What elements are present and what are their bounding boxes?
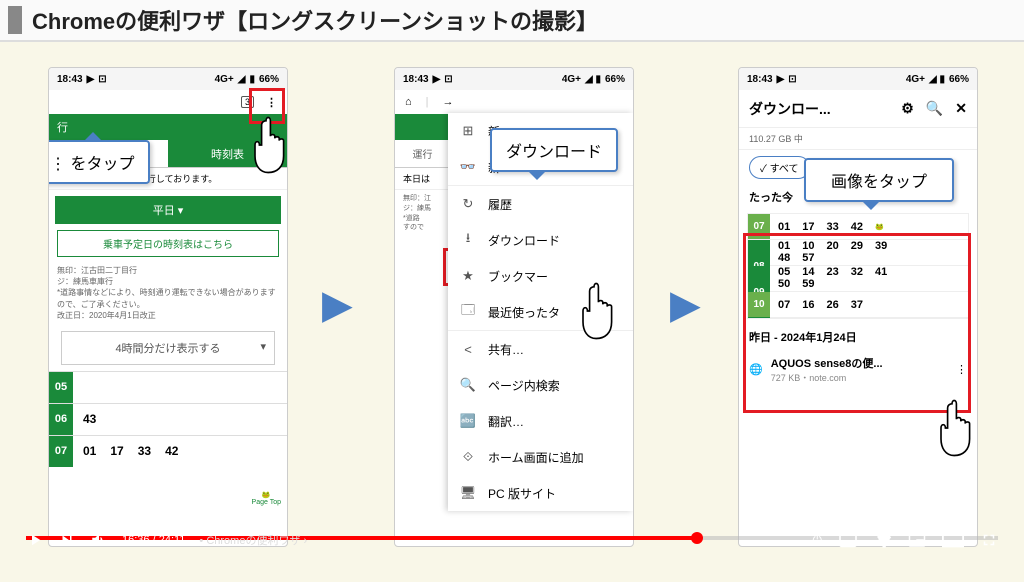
play-button[interactable] xyxy=(26,531,44,549)
phone-screenshot-1: 18:43 ▶ ⊡ 4G+ ◢ ▮ 66% 3 ⋮ 行 運行 時刻表 本日は平日… xyxy=(48,67,288,547)
chapter-title[interactable]: • Chromeの便利ワザ › xyxy=(199,532,307,548)
next-button[interactable] xyxy=(58,531,76,549)
battery-icon: ▮ xyxy=(249,74,255,85)
menu-download[interactable]: ⭳ダウンロード xyxy=(448,222,633,258)
menu-desktop[interactable]: 🖥PC 版サイト xyxy=(448,475,633,511)
home-row: ⌂ | → xyxy=(395,90,633,114)
callout-tap-menu: ⋮ をタップ xyxy=(48,140,150,184)
hand-pointer-1 xyxy=(244,110,288,180)
page-title: Chromeの便利ワザ【ロングスクリーンショットの撮影】 xyxy=(32,4,598,36)
download-icon: ⭳ xyxy=(460,229,476,251)
schedule-link[interactable]: 乗車予定日の時刻表はこちら xyxy=(57,230,279,257)
close-icon[interactable]: ✕ xyxy=(955,100,967,117)
menu-add-home[interactable]: ⟐ホーム画面に追加 xyxy=(448,439,633,475)
highlight-image xyxy=(743,233,971,413)
weekday-button[interactable]: 平日 ▾ xyxy=(55,196,281,224)
video-time: 16:36 / 24:11 xyxy=(122,534,185,546)
settings-button[interactable] xyxy=(874,531,892,549)
history-icon: ↻ xyxy=(460,196,476,212)
recent-icon: 🗔 xyxy=(460,301,476,323)
theater-button[interactable] xyxy=(942,532,964,548)
status-bar: 18:43 ▶ ⊡ 4G+ ◢ ▮ 66% xyxy=(49,68,287,90)
time-row-06: 0643 xyxy=(49,403,287,435)
volume-button[interactable] xyxy=(90,531,108,549)
menu-translate[interactable]: 🔤翻訳… xyxy=(448,403,633,439)
captions-button[interactable] xyxy=(838,532,858,548)
share-icon: < xyxy=(460,342,476,357)
menu-find[interactable]: 🔍ページ内検索 xyxy=(448,367,633,403)
info-text: 無印：江古田二丁目行 ジ：練馬車庫行 *道路事情などにより、時刻通り運転できない… xyxy=(49,261,287,325)
plus-icon: ⊞ xyxy=(460,123,476,139)
chat-icon: ⊡ xyxy=(98,74,106,85)
callout-tap-image: 画像をタップ xyxy=(804,158,954,202)
hand-pointer-2 xyxy=(572,276,627,346)
download-title: ダウンロー... xyxy=(749,99,889,119)
content-area: 18:43 ▶ ⊡ 4G+ ◢ ▮ 66% 3 ⋮ 行 運行 時刻表 本日は平日… xyxy=(0,42,1024,542)
star-icon: ★ xyxy=(460,268,476,284)
hand-pointer-3 xyxy=(930,393,978,463)
status-time: 18:43 xyxy=(57,74,83,85)
arrow-right-2: ▶ xyxy=(670,282,701,328)
header-accent xyxy=(8,6,22,34)
download-header: ダウンロー... ⚙ 🔍 ✕ xyxy=(739,90,977,128)
storage-text: 110.27 GB 中 xyxy=(739,128,977,150)
miniplayer-button[interactable] xyxy=(908,531,926,549)
incognito-icon: 👓 xyxy=(460,159,476,175)
status-bar: 18:43 ▶ ⊡ 4G+ ◢ ▮ 66% xyxy=(395,68,633,90)
gear-icon[interactable]: ⚙ xyxy=(901,100,914,117)
status-bar: 18:43 ▶ ⊡ 4G+ ◢ ▮ 66% xyxy=(739,68,977,90)
video-controls: 16:36 / 24:11 • Chromeの便利ワザ › ⏻ xyxy=(26,520,998,560)
pc-icon: 🖥 xyxy=(460,485,476,501)
autoplay-toggle[interactable]: ⏻ xyxy=(813,533,823,548)
time-row-07: 0701173342 xyxy=(49,435,287,467)
page-header: Chromeの便利ワザ【ロングスクリーンショットの撮影】 xyxy=(0,0,1024,42)
hours-dropdown[interactable]: 4時間分だけ表示する ▾ xyxy=(61,331,275,365)
filter-chip-all[interactable]: ✓ すべて xyxy=(749,156,810,179)
translate-icon: 🔤 xyxy=(460,413,476,429)
phone-screenshot-2: 18:43 ▶ ⊡ 4G+ ◢ ▮ 66% ⌂ | → 運行 本日は 無印：江 … xyxy=(394,67,634,547)
background-page: 運行 本日は 無印：江 ジ：練馬 *道路 すので xyxy=(395,114,450,237)
chevron-down-icon: ▾ xyxy=(260,340,266,353)
home-icon[interactable]: ⌂ xyxy=(405,96,412,108)
arrow-right-icon[interactable]: → xyxy=(443,96,454,108)
pagetop-badge: 🐸Page Top xyxy=(252,491,281,506)
status-battery: 66% xyxy=(259,74,279,85)
youtube-icon: ▶ xyxy=(87,74,95,85)
arrow-right-1: ▶ xyxy=(322,282,353,328)
signal-icon: ◢ xyxy=(238,74,246,85)
callout-download: ダウンロード xyxy=(490,128,618,172)
fullscreen-button[interactable] xyxy=(980,531,998,549)
add-home-icon: ⟐ xyxy=(460,449,476,465)
menu-history[interactable]: ↻履歴 xyxy=(448,186,633,222)
search-icon[interactable]: 🔍 xyxy=(926,100,943,117)
status-network: 4G+ xyxy=(215,74,234,85)
search-icon: 🔍 xyxy=(460,377,476,393)
time-row-05: 05 xyxy=(49,371,287,403)
phone-screenshot-3: 18:43 ▶ ⊡ 4G+ ◢ ▮ 66% ダウンロー... ⚙ 🔍 ✕ 110… xyxy=(738,67,978,547)
